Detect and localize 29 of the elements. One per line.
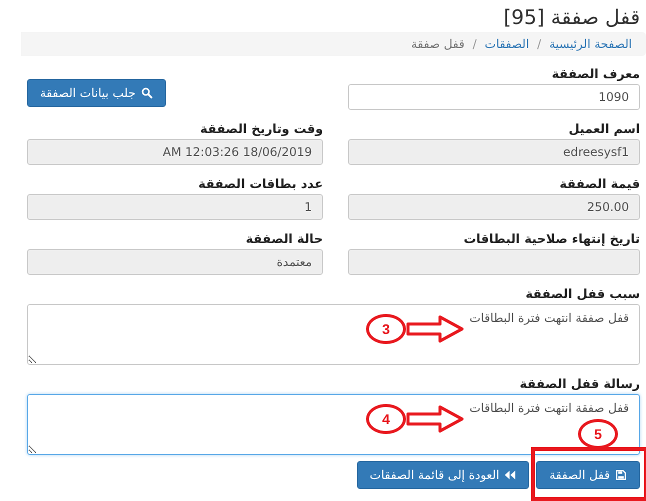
field-label: معرف الصفقة: [550, 65, 640, 83]
field-label: رسالة قفل الصفقة: [520, 376, 640, 391]
callout-arrow: [406, 404, 464, 434]
input-field[interactable]: 250.00: [348, 194, 640, 220]
field-label: قيمة الصفقة: [558, 175, 640, 193]
field-label: تاريخ إنتهاء صلاحية البطاقات: [462, 230, 640, 248]
input-field[interactable]: [348, 249, 640, 275]
breadcrumb-separator: /: [472, 37, 477, 51]
fetch-button[interactable]: جلب بيانات الصفقة: [27, 79, 166, 107]
double-chevron-icon: [504, 469, 516, 481]
input-field[interactable]: معتمدة: [27, 249, 323, 275]
field-label: اسم العميل: [568, 120, 640, 138]
field-label: عدد بطاقات الصفقة: [197, 175, 323, 193]
page-title: قفل صفقة [95]: [502, 4, 641, 31]
breadcrumb-link[interactable]: الصفقات: [484, 37, 530, 51]
breadcrumb-current: قفل صفقة: [411, 37, 465, 51]
field-label: سبب قفل الصفقة: [525, 286, 640, 301]
input-field[interactable]: edreesysf1: [348, 139, 640, 165]
breadcrumb-link[interactable]: الصفحة الرئيسية: [549, 37, 632, 51]
callout-arrow: [406, 314, 464, 344]
field-label: وقت وتاريخ الصفقة: [199, 120, 323, 138]
back-button[interactable]: العودة إلى قائمة الصفقات: [356, 461, 530, 489]
field-label: حالة الصفقة: [244, 230, 323, 248]
input-field[interactable]: AM 12:03:26 18/06/2019: [27, 139, 323, 165]
input-field[interactable]: 1: [27, 194, 323, 220]
search-icon: [140, 87, 153, 99]
input-field[interactable]: 1090: [348, 84, 640, 110]
breadcrumb-separator: /: [537, 37, 542, 51]
lock-button[interactable]: قفل الصفقة: [536, 461, 640, 489]
